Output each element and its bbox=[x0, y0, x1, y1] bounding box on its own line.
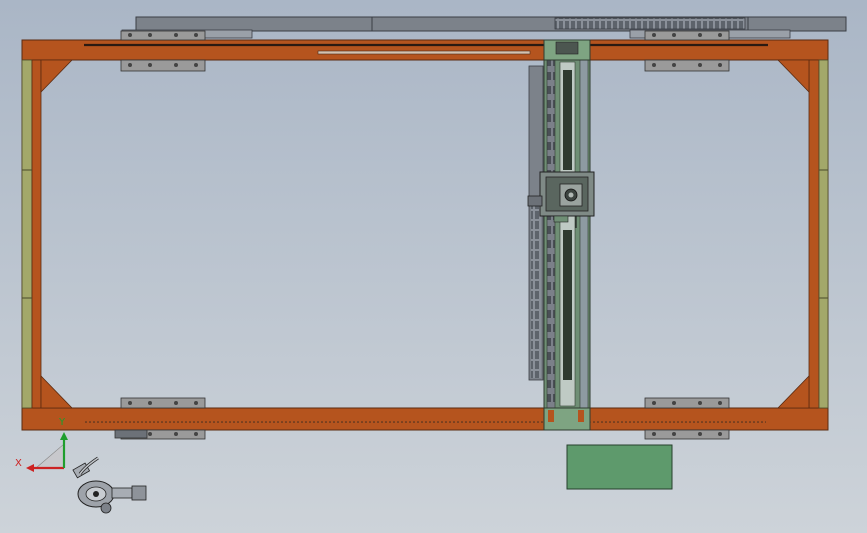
gusset-top-right bbox=[777, 59, 810, 93]
gantry-rail-right bbox=[579, 59, 589, 409]
frame-right-outer-post bbox=[818, 59, 829, 409]
control-box[interactable] bbox=[566, 444, 673, 490]
main-frame[interactable] bbox=[21, 39, 829, 431]
triad-y-label: Y bbox=[58, 417, 66, 428]
cad-drawing[interactable]: X Y bbox=[0, 0, 867, 533]
cad-viewport[interactable]: X Y bbox=[0, 0, 867, 533]
frame-top-beam bbox=[21, 39, 829, 61]
gusset-bottom-right bbox=[777, 375, 810, 409]
mounting-brackets[interactable] bbox=[114, 30, 730, 440]
gusset-bottom-left bbox=[40, 375, 73, 409]
frame-bottom-beam bbox=[21, 407, 829, 431]
frame-left-post bbox=[31, 59, 42, 409]
top-cable-chain bbox=[554, 17, 746, 30]
triad-x-label: X bbox=[15, 458, 22, 469]
robot-arm-icon bbox=[72, 456, 147, 514]
gantry-rack-left bbox=[546, 59, 556, 409]
frame-left-outer-post bbox=[21, 59, 33, 409]
top-rail-plates[interactable] bbox=[121, 16, 847, 39]
frame-right-post bbox=[808, 59, 820, 409]
gantry-beam[interactable] bbox=[528, 39, 591, 431]
gusset-top-left bbox=[40, 59, 73, 93]
